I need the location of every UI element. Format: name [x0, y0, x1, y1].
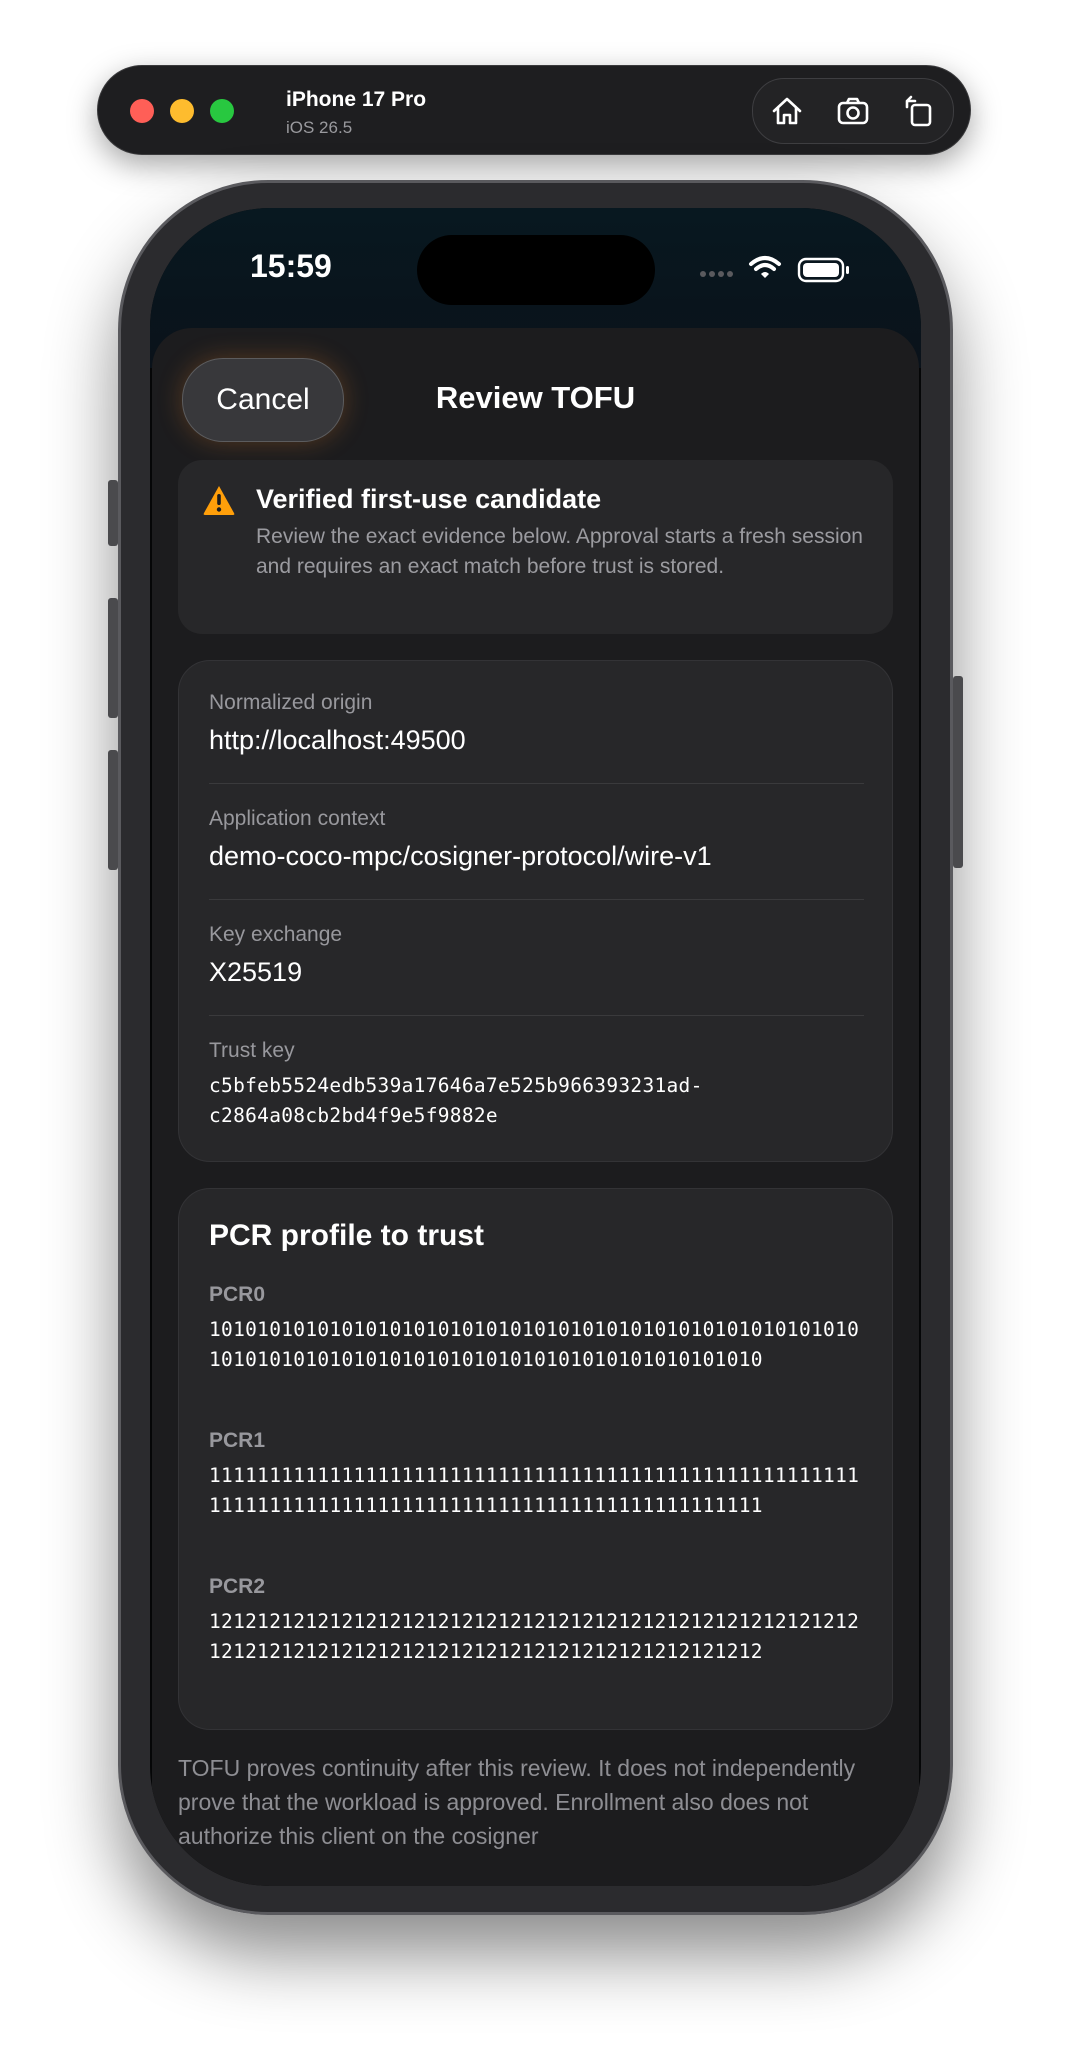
detail-row-trust-key: Trust key c5bfeb5524edb539a17646a7e525b9… — [209, 1039, 864, 1131]
detail-row-origin: Normalized origin http://localhost:49500 — [209, 691, 864, 756]
pcr-heading: PCR profile to trust — [209, 1219, 484, 1252]
zoom-window-button[interactable] — [210, 99, 234, 123]
detail-row-key-exchange: Key exchange X25519 — [209, 923, 864, 988]
pcr-entry-2: PCR2 12121212121212121212121212121212121… — [209, 1575, 869, 1667]
warning-title: Verified first-use candidate — [256, 484, 602, 514]
signal-icon — [700, 271, 733, 277]
rotate-icon[interactable] — [899, 91, 939, 131]
minimize-window-button[interactable] — [170, 99, 194, 123]
detail-label: Key exchange — [209, 923, 343, 946]
pcr-value[interactable]: 1212121212121212121212121212121212121212… — [209, 1607, 869, 1667]
pcr-label: PCR1 — [209, 1429, 266, 1452]
home-icon[interactable] — [767, 91, 807, 131]
trust-key-value[interactable]: c5bfeb5524edb539a17646a7e525b966393231ad… — [209, 1071, 864, 1131]
pcr-entry-0: PCR0 10101010101010101010101010101010101… — [209, 1283, 869, 1375]
trust-key-line: c2864a08cb2bd4f9e5f9882e — [209, 1104, 498, 1127]
pcr-entry-1: PCR1 11111111111111111111111111111111111… — [209, 1429, 869, 1521]
warning-card: Verified first-use candidate Review the … — [178, 460, 893, 634]
status-time: 15:59 — [250, 248, 332, 284]
pcr-card: PCR profile to trust PCR0 10101010101010… — [178, 1188, 893, 1730]
detail-label: Application context — [209, 807, 386, 830]
pcr-value[interactable]: 1010101010101010101010101010101010101010… — [209, 1315, 869, 1375]
close-window-button[interactable] — [130, 99, 154, 123]
phone-screen: 15:59 Cancel Review TOFU Verified first-… — [150, 208, 921, 1886]
action-button[interactable] — [108, 480, 118, 546]
pcr-label: PCR2 — [209, 1575, 266, 1598]
warning-body: Review the exact evidence below. Approva… — [256, 525, 863, 578]
dynamic-island — [417, 235, 655, 305]
pcr-value[interactable]: 1111111111111111111111111111111111111111… — [209, 1461, 869, 1521]
side-button[interactable] — [953, 676, 963, 868]
detail-row-context: Application context demo-coco-mpc/cosign… — [209, 807, 864, 872]
battery-icon — [797, 257, 849, 283]
divider — [209, 1015, 864, 1016]
detail-value[interactable]: http://localhost:49500 — [209, 725, 864, 756]
device-name: iPhone 17 Pro — [286, 88, 427, 111]
warning-triangle-icon — [203, 486, 235, 515]
detail-value[interactable]: demo-coco-mpc/cosigner-protocol/wire-v1 — [209, 841, 864, 872]
footer-text: TOFU proves continuity after this review… — [178, 1755, 856, 1849]
simulator-toolbar: iPhone 17 Pro iOS 26.5 — [97, 65, 971, 155]
volume-up-button[interactable] — [108, 598, 118, 718]
trust-key-line: c5bfeb5524edb539a17646a7e525b966393231ad… — [209, 1074, 703, 1097]
divider — [209, 899, 864, 900]
review-sheet: Cancel Review TOFU Verified first-use ca… — [152, 328, 919, 1886]
divider — [209, 783, 864, 784]
pcr-label: PCR0 — [209, 1283, 266, 1306]
simulator-controls — [752, 78, 954, 144]
detail-label: Normalized origin — [209, 691, 373, 714]
volume-down-button[interactable] — [108, 750, 118, 870]
os-version: iOS 26.5 — [286, 118, 353, 137]
page-title: Review TOFU — [435, 380, 636, 415]
detail-label: Trust key — [209, 1039, 295, 1062]
status-icons — [699, 252, 859, 284]
details-card: Normalized origin http://localhost:49500… — [178, 660, 893, 1162]
screenshot-icon[interactable] — [833, 91, 873, 131]
wifi-icon — [749, 256, 781, 278]
detail-value[interactable]: X25519 — [209, 957, 864, 988]
